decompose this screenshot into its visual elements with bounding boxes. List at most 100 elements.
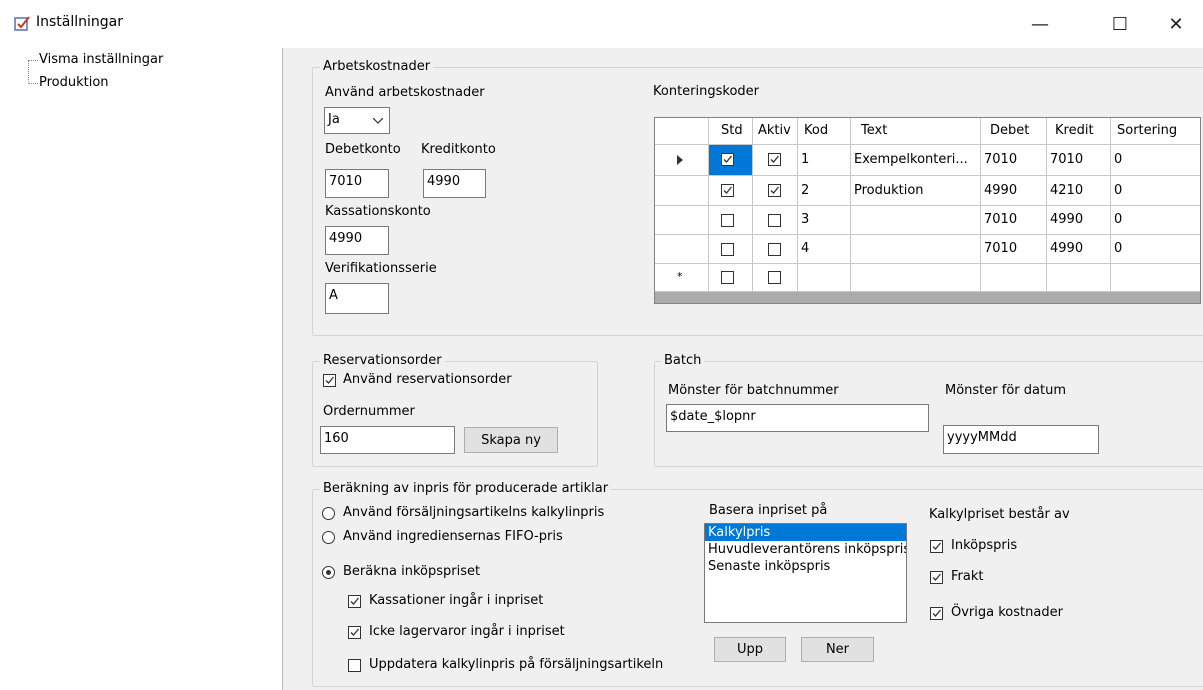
kassation-account-label: Kassationskonto [325,204,431,219]
kredit-cell-new[interactable] [1047,264,1111,292]
sortering-cell-new[interactable] [1111,264,1200,292]
aktiv-cell-new[interactable] [753,264,798,292]
use-labor-costs-select[interactable]: Ja [324,107,390,134]
other-costs-checkbox[interactable] [930,607,943,620]
sortering-cell-1[interactable]: 0 [1111,145,1200,176]
verification-series-input[interactable]: A [325,283,389,314]
scrap-included-label[interactable]: Kassationer ingår i inpriset [369,593,543,608]
aktiv-checkbox-2[interactable] [768,184,781,197]
maximize-button[interactable]: ☐ [1097,8,1143,40]
aktiv-checkbox-3[interactable] [768,214,781,227]
radio-sales-article-cost-label[interactable]: Använd försäljningsartikelns kalkylinpri… [343,505,604,520]
tree-item-produktion[interactable]: Produktion [39,75,109,90]
move-down-button[interactable]: Ner [801,637,874,662]
konteringskoder-grid[interactable]: Std Aktiv Kod Text Debet Kredit Sorterin… [654,117,1201,304]
radio-ingredient-fifo[interactable] [322,531,335,544]
aktiv-cell-1[interactable] [753,145,798,176]
tree-item-visma-installningar[interactable]: Visma inställningar [39,52,163,67]
base-price-listbox[interactable]: Kalkylpris Huvudleverantörens inköpspris… [704,523,907,623]
create-new-button[interactable]: Skapa ny [464,427,558,453]
freight-label[interactable]: Frakt [951,569,983,584]
debet-cell-2[interactable]: 4990 [981,176,1047,206]
scrap-included-checkbox[interactable] [348,595,361,608]
update-cost-price-checkbox[interactable] [348,659,361,672]
text-cell-4[interactable] [851,235,981,264]
text-cell-1[interactable]: Exempelkonteri... [851,145,981,176]
text-cell-2[interactable]: Produktion [851,176,981,206]
list-item[interactable]: Kalkylpris [705,524,906,541]
row-header[interactable] [655,235,709,264]
std-cell-2[interactable] [709,176,753,206]
kod-cell-1[interactable]: 1 [798,145,851,176]
kod-cell-2[interactable]: 2 [798,176,851,206]
kod-cell-4[interactable]: 4 [798,235,851,264]
std-checkbox-4[interactable] [721,243,734,256]
aktiv-checkbox-new[interactable] [768,271,781,284]
other-costs-label[interactable]: Övriga kostnader [951,605,1063,620]
new-row-marker[interactable]: * [655,264,709,292]
kredit-cell-2[interactable]: 4210 [1047,176,1111,206]
row-header[interactable] [655,206,709,235]
debet-cell-new[interactable] [981,264,1047,292]
move-up-button[interactable]: Upp [714,637,786,662]
radio-calculate-purchase-label[interactable]: Beräkna inköpspriset [343,564,480,579]
aktiv-cell-4[interactable] [753,235,798,264]
kredit-account-input[interactable]: 4990 [423,169,486,198]
batch-pattern-input[interactable]: $date_$lopnr [666,404,929,432]
non-stock-included-checkbox[interactable] [348,626,361,639]
sortering-cell-4[interactable]: 0 [1111,235,1200,264]
debet-account-label: Debetkonto [325,142,401,157]
std-checkbox-2[interactable] [721,184,734,197]
purchase-price-label[interactable]: Inköpspris [951,538,1017,553]
use-reservation-checkbox[interactable] [323,374,336,387]
aktiv-checkbox-4[interactable] [768,243,781,256]
use-reservation-label[interactable]: Använd reservationsorder [343,372,512,387]
column-header-kredit[interactable]: Kredit [1047,118,1111,145]
radio-sales-article-cost[interactable] [322,507,335,520]
debet-cell-1[interactable]: 7010 [981,145,1047,176]
column-header-sortering[interactable]: Sortering [1111,118,1200,145]
std-cell-1[interactable] [709,145,753,176]
column-header-debet[interactable]: Debet [981,118,1047,145]
column-header-text[interactable]: Text [851,118,981,145]
order-number-input[interactable]: 160 [320,426,455,454]
kassation-account-input[interactable]: 4990 [325,226,389,255]
kredit-cell-3[interactable]: 4990 [1047,206,1111,235]
debet-cell-3[interactable]: 7010 [981,206,1047,235]
debet-account-input[interactable]: 7010 [325,169,389,198]
column-header-kod[interactable]: Kod [798,118,851,145]
column-header-aktiv[interactable]: Aktiv [753,118,798,145]
close-button[interactable]: ✕ [1153,8,1199,40]
aktiv-cell-3[interactable] [753,206,798,235]
std-checkbox-3[interactable] [721,214,734,227]
std-checkbox-1[interactable] [721,153,734,166]
minimize-button[interactable]: — [1017,8,1063,40]
list-item[interactable]: Huvudleverantörens inköpspris [705,541,906,558]
aktiv-checkbox-1[interactable] [768,153,781,166]
kredit-cell-4[interactable]: 4990 [1047,235,1111,264]
date-pattern-input[interactable]: yyyyMMdd [943,425,1099,454]
kod-cell-new[interactable] [798,264,851,292]
radio-ingredient-fifo-label[interactable]: Använd ingrediensernas FIFO-pris [343,529,563,544]
purchase-price-checkbox[interactable] [930,540,943,553]
non-stock-included-label[interactable]: Icke lagervaror ingår i inpriset [369,624,565,639]
row-header-current[interactable] [655,145,709,176]
std-cell-4[interactable] [709,235,753,264]
update-cost-price-label[interactable]: Uppdatera kalkylinpris på försäljningsar… [369,657,663,672]
column-header-std[interactable]: Std [709,118,753,145]
kredit-cell-1[interactable]: 7010 [1047,145,1111,176]
text-cell-new[interactable] [851,264,981,292]
freight-checkbox[interactable] [930,571,943,584]
row-header[interactable] [655,176,709,206]
radio-calculate-purchase[interactable] [322,566,335,579]
sortering-cell-2[interactable]: 0 [1111,176,1200,206]
kod-cell-3[interactable]: 3 [798,206,851,235]
std-cell-new[interactable] [709,264,753,292]
aktiv-cell-2[interactable] [753,176,798,206]
std-cell-3[interactable] [709,206,753,235]
list-item[interactable]: Senaste inköpspris [705,558,906,575]
debet-cell-4[interactable]: 7010 [981,235,1047,264]
text-cell-3[interactable] [851,206,981,235]
std-checkbox-new[interactable] [721,271,734,284]
sortering-cell-3[interactable]: 0 [1111,206,1200,235]
